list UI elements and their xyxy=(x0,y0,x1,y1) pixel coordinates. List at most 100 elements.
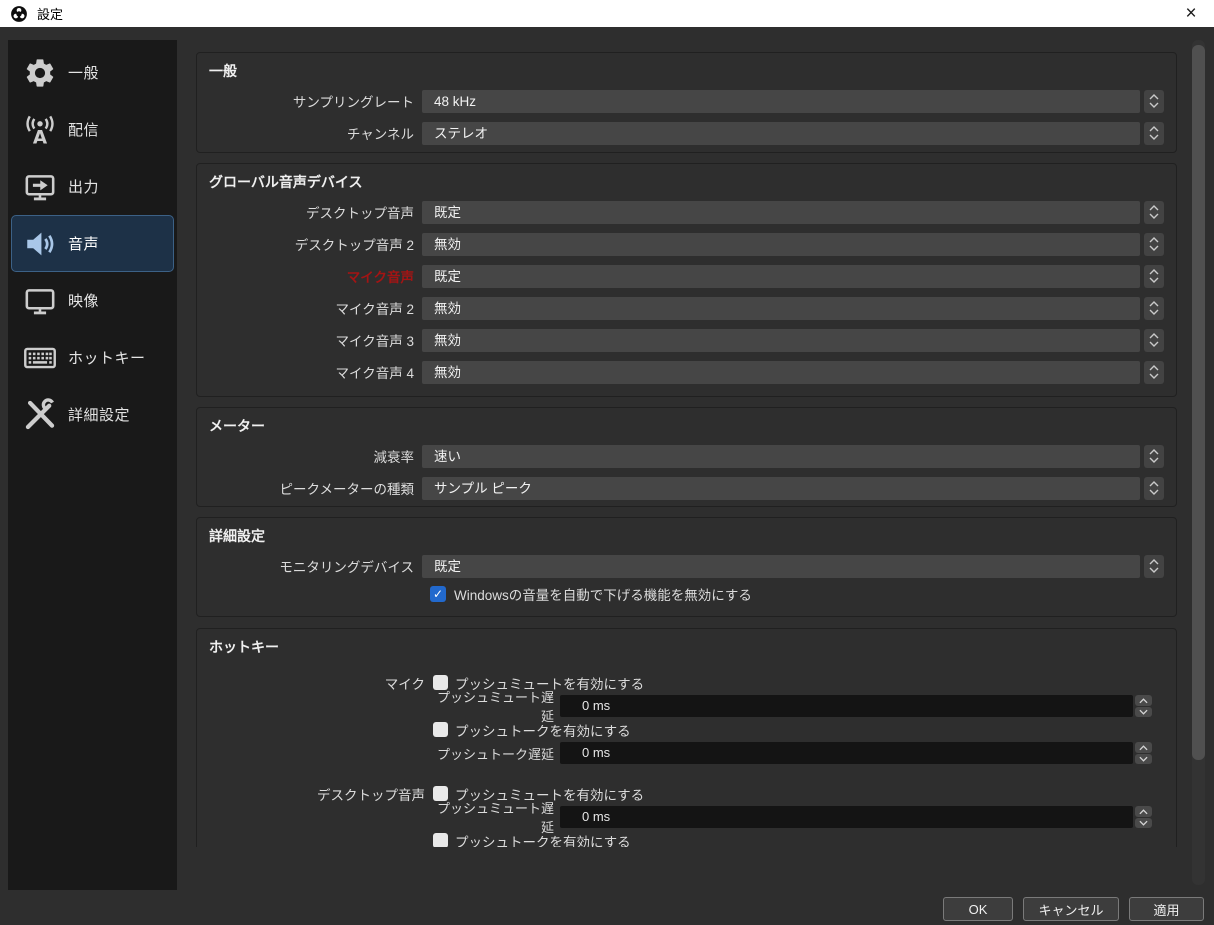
title-bar: 設定 × xyxy=(0,0,1214,27)
field-label: マイク音声 3 xyxy=(335,334,415,349)
sidebar-item-label: 配信 xyxy=(68,122,100,139)
cancel-button[interactable]: キャンセル xyxy=(1023,897,1119,921)
mic-audio-4-select[interactable]: 無効 xyxy=(422,360,1164,384)
check-icon: ✓ xyxy=(432,587,444,601)
video-icon xyxy=(19,280,61,322)
keyboard-icon xyxy=(19,337,61,379)
checkbox-label: プッシュトークを有効にする xyxy=(455,723,631,739)
sample-rate-select[interactable]: 48 kHz xyxy=(422,89,1164,113)
spin-down-button[interactable] xyxy=(1135,817,1152,829)
combo-dropdown-button[interactable] xyxy=(1144,200,1164,224)
desktop-audio-select[interactable]: 既定 xyxy=(422,200,1164,224)
tools-icon xyxy=(19,394,61,436)
group-general: 一般 サンプリングレート 48 kHz チャンネル ステレオ xyxy=(196,52,1177,153)
checkbox-label: Windowsの音量を自動で下げる機能を無効にする xyxy=(454,588,752,603)
ok-button[interactable]: OK xyxy=(943,897,1013,921)
form-row-desktop-audio-2: デスクトップ音声 2 無効 xyxy=(209,228,1164,260)
combo-value[interactable]: 無効 xyxy=(422,296,1140,320)
combo-dropdown-button[interactable] xyxy=(1144,232,1164,256)
form-row-decay-rate: 減衰率 速い xyxy=(209,440,1164,472)
desktop-push-to-mute-delay-row: プッシュミュート遅延 0 ms xyxy=(209,801,1164,835)
spin-up-button[interactable] xyxy=(1135,742,1152,753)
settings-sidebar: 一般 A 配信 出力 音声 映像 ホットキー 詳細設定 xyxy=(8,40,177,890)
mic-push-to-talk-checkbox[interactable] xyxy=(433,722,448,738)
desktop-push-to-talk-checkbox[interactable] xyxy=(433,833,448,847)
obs-logo-icon xyxy=(10,5,28,23)
field-label: デスクトップ音声 xyxy=(306,206,414,221)
spinbox-value[interactable]: 0 ms xyxy=(560,806,1133,829)
combo-dropdown-button[interactable] xyxy=(1144,476,1164,500)
sidebar-item-stream[interactable]: A 配信 xyxy=(11,101,174,158)
mic-push-to-talk-delay-spinbox[interactable]: 0 ms xyxy=(560,742,1152,765)
combo-dropdown-button[interactable] xyxy=(1144,328,1164,352)
field-label: サンプリングレート xyxy=(292,95,414,110)
close-icon[interactable]: × xyxy=(1178,4,1204,23)
sidebar-item-hotkeys[interactable]: ホットキー xyxy=(11,329,174,386)
spin-up-button[interactable] xyxy=(1135,695,1152,706)
combo-value[interactable]: 既定 xyxy=(422,554,1140,578)
spin-down-button[interactable] xyxy=(1135,753,1152,765)
sidebar-item-label: 音声 xyxy=(68,236,100,253)
mic-push-to-mute-delay-row: プッシュミュート遅延 0 ms xyxy=(209,690,1164,724)
field-label: マイク音声 4 xyxy=(335,366,415,381)
decay-rate-select[interactable]: 速い xyxy=(422,444,1164,468)
scrollbar-thumb[interactable] xyxy=(1192,45,1205,760)
vertical-scrollbar[interactable] xyxy=(1192,40,1205,885)
form-row-mic-audio-3: マイク音声 3 無効 xyxy=(209,324,1164,356)
combo-value[interactable]: 既定 xyxy=(422,200,1140,224)
checkbox-label: プッシュトークを有効にする xyxy=(455,834,631,847)
field-label: モニタリングデバイス xyxy=(279,560,414,575)
combo-value[interactable]: 無効 xyxy=(422,360,1140,384)
disable-ducking-checkbox[interactable]: ✓ xyxy=(430,586,446,602)
combo-value[interactable]: 48 kHz xyxy=(422,89,1140,113)
combo-dropdown-button[interactable] xyxy=(1144,264,1164,288)
hotkey-group-label: マイク xyxy=(384,676,425,692)
combo-value[interactable]: 既定 xyxy=(422,264,1140,288)
channels-select[interactable]: ステレオ xyxy=(422,121,1164,145)
combo-value[interactable]: 速い xyxy=(422,444,1140,468)
combo-value[interactable]: 無効 xyxy=(422,232,1140,256)
sidebar-item-general[interactable]: 一般 xyxy=(11,44,174,101)
combo-dropdown-button[interactable] xyxy=(1144,89,1164,113)
disable-ducking-row: ✓ Windowsの音量を自動で下げる機能を無効にする xyxy=(430,582,1164,606)
combo-dropdown-button[interactable] xyxy=(1144,444,1164,468)
combo-value[interactable]: サンプル ピーク xyxy=(422,476,1140,500)
hotkey-group-label: デスクトップ音声 xyxy=(317,787,425,803)
apply-button[interactable]: 適用 xyxy=(1129,897,1204,921)
sidebar-item-advanced[interactable]: 詳細設定 xyxy=(11,386,174,443)
group-title: メーター xyxy=(209,418,265,434)
sidebar-item-label: 一般 xyxy=(68,65,100,82)
spinbox-value[interactable]: 0 ms xyxy=(560,695,1133,718)
sidebar-item-label: 詳細設定 xyxy=(68,407,131,424)
combo-dropdown-button[interactable] xyxy=(1144,360,1164,384)
monitoring-device-select[interactable]: 既定 xyxy=(422,554,1164,578)
sidebar-item-video[interactable]: 映像 xyxy=(11,272,174,329)
spin-down-button[interactable] xyxy=(1135,706,1152,718)
mic-audio-2-select[interactable]: 無効 xyxy=(422,296,1164,320)
mic-audio-select[interactable]: 既定 xyxy=(422,264,1164,288)
mic-audio-3-select[interactable]: 無効 xyxy=(422,328,1164,352)
broadcast-icon: A xyxy=(19,109,61,151)
combo-dropdown-button[interactable] xyxy=(1144,121,1164,145)
peak-meter-type-select[interactable]: サンプル ピーク xyxy=(422,476,1164,500)
combo-value[interactable]: ステレオ xyxy=(422,121,1140,145)
form-row-peak-meter-type: ピークメーターの種類 サンプル ピーク xyxy=(209,472,1164,504)
desktop-audio-2-select[interactable]: 無効 xyxy=(422,232,1164,256)
spin-up-button[interactable] xyxy=(1135,806,1152,817)
field-label-alert: マイク音声 xyxy=(346,270,414,285)
sidebar-item-audio[interactable]: 音声 xyxy=(11,215,174,272)
combo-dropdown-button[interactable] xyxy=(1144,296,1164,320)
combo-dropdown-button[interactable] xyxy=(1144,554,1164,578)
sidebar-item-label: 映像 xyxy=(68,293,100,310)
spinbox-value[interactable]: 0 ms xyxy=(560,742,1133,765)
group-title: ホットキー xyxy=(209,639,279,655)
combo-value[interactable]: 無効 xyxy=(422,328,1140,352)
field-label: 減衰率 xyxy=(373,450,415,465)
form-row-mic-audio-4: マイク音声 4 無効 xyxy=(209,356,1164,388)
sidebar-item-label: 出力 xyxy=(68,179,100,196)
form-row-sample-rate: サンプリングレート 48 kHz xyxy=(209,85,1164,117)
form-row-channels: チャンネル ステレオ xyxy=(209,117,1164,149)
desktop-push-to-mute-delay-spinbox[interactable]: 0 ms xyxy=(560,806,1152,829)
sidebar-item-output[interactable]: 出力 xyxy=(11,158,174,215)
mic-push-to-mute-delay-spinbox[interactable]: 0 ms xyxy=(560,695,1152,718)
